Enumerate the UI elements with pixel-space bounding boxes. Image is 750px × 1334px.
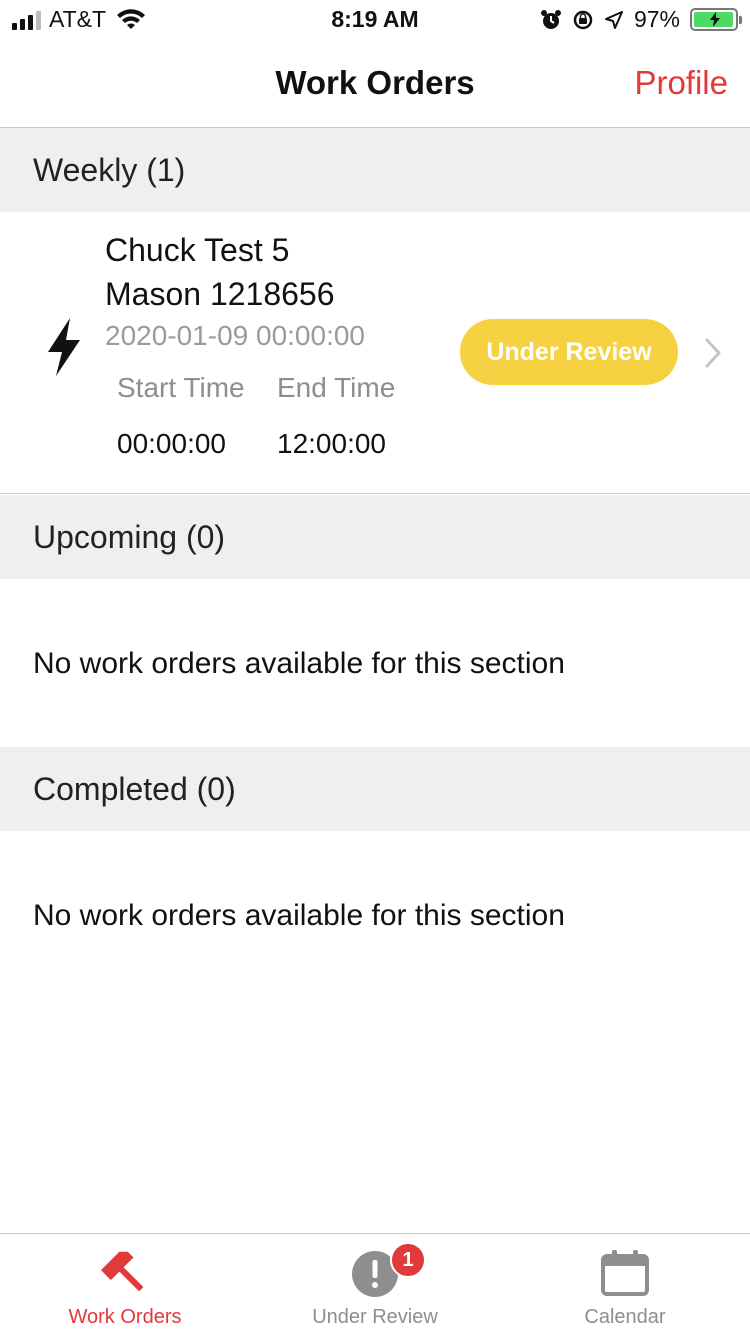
section-title: Completed (0)	[33, 771, 236, 807]
work-order-title: Chuck Test 5	[105, 232, 290, 268]
tab-label: Under Review	[312, 1306, 438, 1328]
section-header-upcoming: Upcoming (0)	[0, 495, 750, 579]
battery-level	[694, 12, 733, 27]
status-right: 97%	[540, 6, 742, 33]
empty-message-upcoming: No work orders available for this sectio…	[33, 647, 565, 680]
section-header-weekly: Weekly (1)	[0, 128, 750, 212]
lightning-bolt-icon	[48, 318, 80, 376]
chevron-right-icon	[705, 338, 721, 368]
tab-label: Work Orders	[68, 1306, 182, 1328]
start-time-value: 00:00:00	[117, 428, 226, 459]
notification-badge: 1	[390, 1242, 426, 1278]
status-bar: AT&T 8:19 AM 97%	[0, 0, 750, 40]
section-title: Upcoming (0)	[33, 519, 226, 555]
tab-bar: Work Orders 1 Under Review Calendar	[0, 1233, 750, 1334]
navigation-bar: Work Orders Profile	[0, 40, 750, 128]
tab-work-orders[interactable]: Work Orders	[0, 1234, 250, 1334]
calendar-icon	[601, 1250, 649, 1296]
location-arrow-icon	[604, 10, 623, 29]
section-header-completed: Completed (0)	[0, 747, 750, 831]
empty-message-completed: No work orders available for this sectio…	[33, 899, 565, 932]
tab-label: Calendar	[584, 1306, 666, 1328]
charging-bolt-icon	[710, 12, 720, 27]
alarm-clock-icon	[540, 9, 561, 29]
profile-button[interactable]: Profile	[634, 64, 728, 102]
battery-percent: 97%	[633, 6, 680, 32]
battery-icon	[690, 8, 742, 31]
hammer-icon	[100, 1251, 143, 1291]
rotation-lock-icon	[573, 10, 593, 29]
start-time-label: Start Time	[117, 372, 245, 403]
tab-calendar[interactable]: Calendar	[500, 1234, 750, 1334]
work-order-location: Mason 1218656	[105, 276, 335, 312]
tab-under-review[interactable]: 1 Under Review	[250, 1234, 500, 1334]
end-time-label: End Time	[277, 372, 396, 403]
end-time-value: 12:00:00	[277, 428, 386, 459]
work-order-date: 2020-01-09 00:00:00	[105, 320, 365, 351]
status-badge: Under Review	[460, 319, 678, 385]
section-title: Weekly (1)	[33, 152, 186, 188]
